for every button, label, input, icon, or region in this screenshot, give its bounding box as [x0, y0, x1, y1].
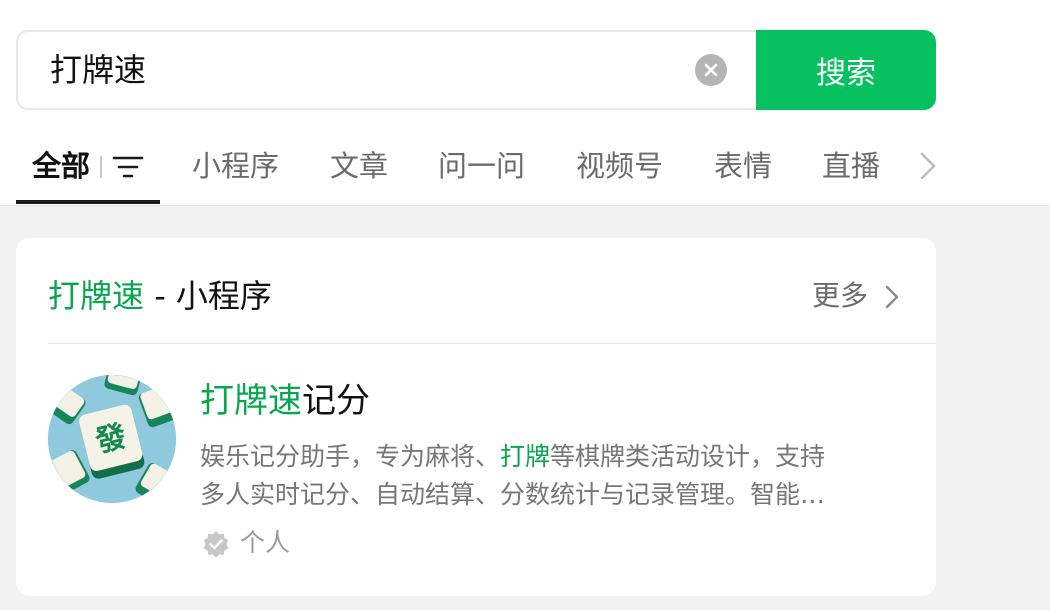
tab-divider [100, 156, 102, 178]
result-description: 娱乐记分助手，专为麻将、打牌等棋牌类活动设计，支持 多人实时记分、自动结算、分数… [200, 438, 906, 514]
mini-program-results-card: 打牌速 - 小程序 更多 發 打牌速记分 娱乐记分助手，专为麻将、打牌等棋牌类活… [16, 238, 936, 596]
search-button[interactable]: 搜索 [756, 30, 936, 110]
section-title: 打牌速 - 小程序 [48, 274, 272, 318]
mahjong-icon: 發 [48, 375, 176, 503]
more-link[interactable]: 更多 [812, 276, 868, 316]
mini-program-avatar[interactable]: 發 [48, 375, 176, 503]
tab-channels[interactable]: 视频号 [576, 146, 663, 186]
verified-badge-icon [203, 531, 229, 558]
section-title-highlight: 打牌速 [48, 277, 145, 315]
tab-mini-program[interactable]: 小程序 [192, 146, 279, 186]
chevron-right-icon[interactable] [914, 150, 942, 182]
active-tab-indicator [16, 200, 160, 204]
desc-highlight: 打牌 [500, 442, 551, 471]
section-title-rest: - 小程序 [144, 277, 272, 315]
tab-all[interactable]: 全部 [32, 146, 90, 186]
tab-stickers[interactable]: 表情 [714, 146, 772, 186]
result-title-highlight: 打牌速 [200, 381, 302, 421]
search-results-page: 打牌速 搜索 全部 小程序 文章 问一问 视频号 表情 直播 打牌速 - 小程序… [0, 0, 1050, 610]
tab-live[interactable]: 直播 [822, 146, 880, 186]
card-divider [48, 343, 936, 344]
desc-text: 多人实时记分、自动结算、分数统计与记录管理。智能… [200, 480, 826, 509]
tab-articles[interactable]: 文章 [330, 146, 388, 186]
result-title-rest: 记分 [302, 381, 370, 421]
result-title[interactable]: 打牌速记分 [200, 378, 370, 424]
tab-ask[interactable]: 问一问 [438, 146, 525, 186]
chevron-right-icon[interactable] [882, 282, 902, 312]
clear-icon[interactable] [695, 54, 727, 86]
account-type-label: 个人 [240, 528, 291, 557]
search-input-box[interactable]: 打牌速 [16, 30, 757, 110]
filter-icon[interactable] [112, 154, 144, 180]
category-tabs: 全部 小程序 文章 问一问 视频号 表情 直播 [0, 128, 1050, 206]
search-input[interactable]: 打牌速 [50, 48, 146, 92]
desc-text: 娱乐记分助手，专为麻将、 [200, 442, 501, 471]
desc-text: 等棋牌类活动设计，支持 [550, 442, 826, 471]
